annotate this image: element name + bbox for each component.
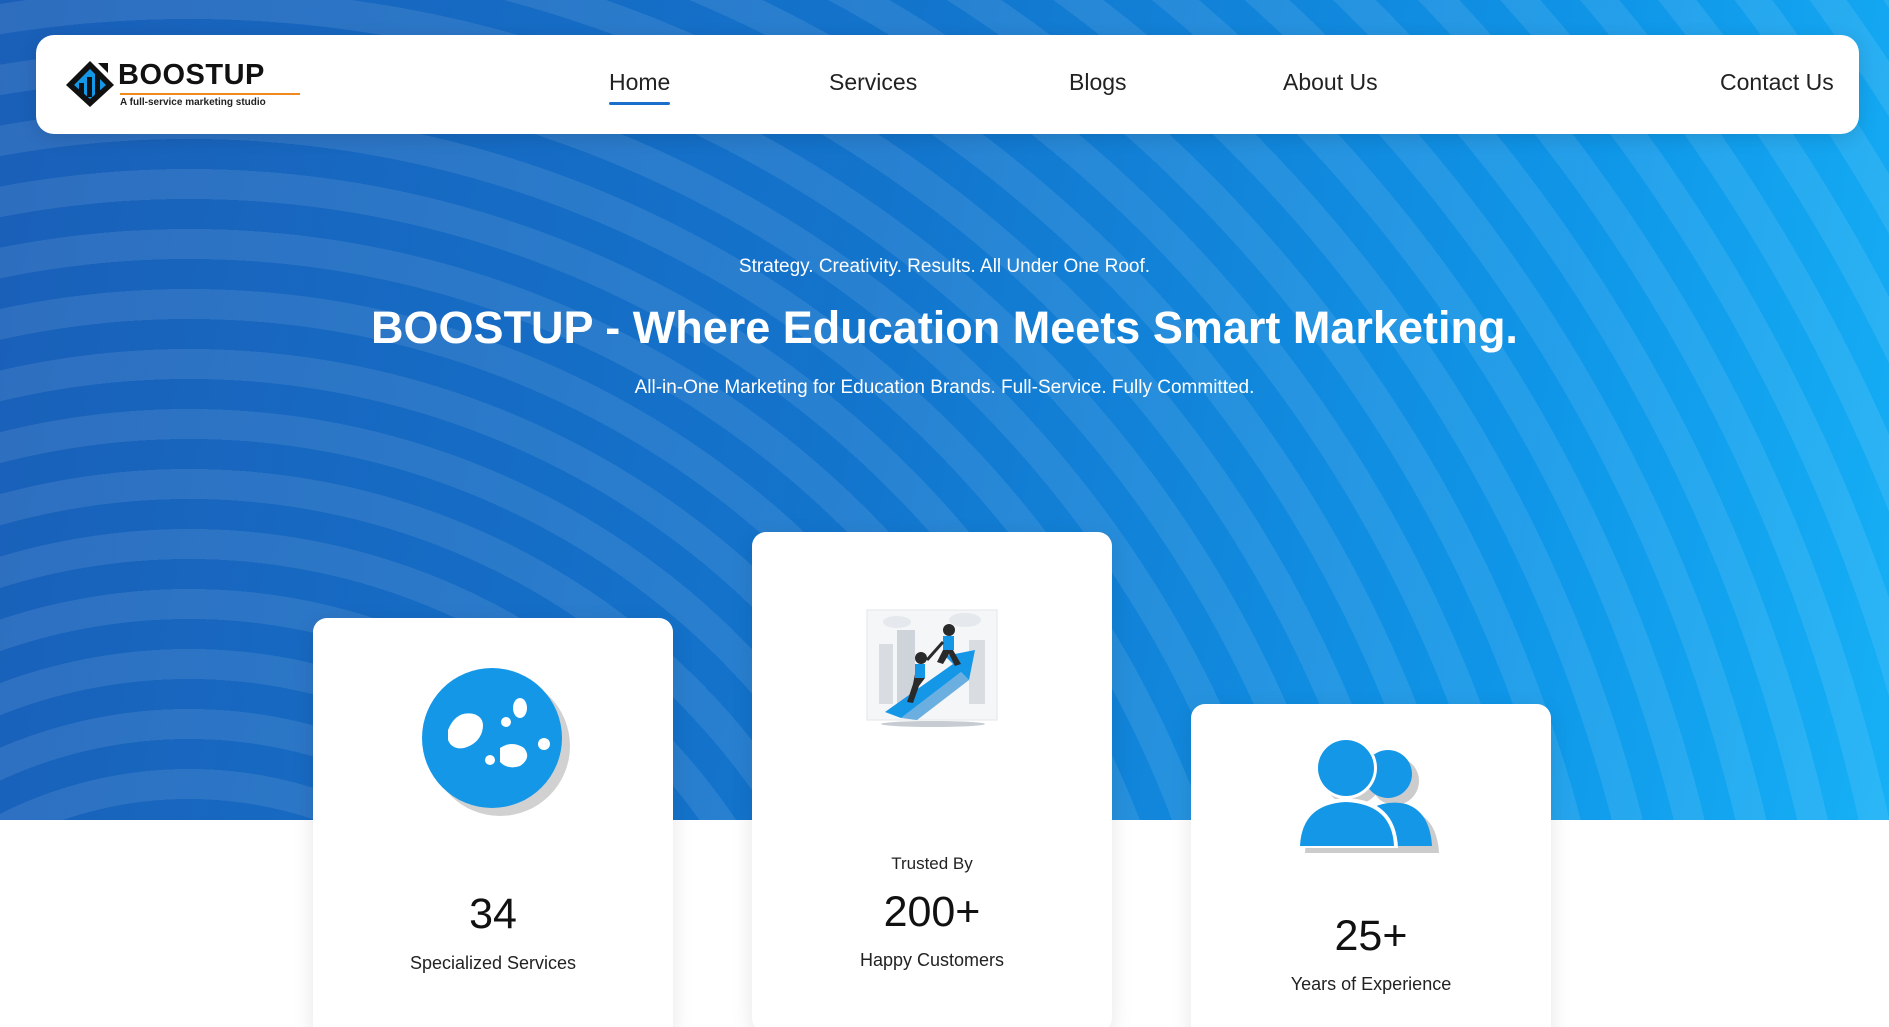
hero-kicker: Strategy. Creativity. Results. All Under… xyxy=(738,256,1151,277)
nav-services[interactable]: Services xyxy=(829,69,917,96)
brand-tagline: A full-service marketing studio xyxy=(120,97,266,108)
nav-home[interactable]: Home xyxy=(609,69,671,105)
hero-title: BOOSTUP - Where Education Meets Smart Ma… xyxy=(371,302,1518,353)
stat-number: 200+ xyxy=(883,888,981,936)
stat-label: Happy Customers xyxy=(859,950,1005,970)
growth-illustration-icon xyxy=(866,609,998,727)
stat-number: 25+ xyxy=(1334,912,1408,960)
page: BOOSTUP A full-service marketing studio … xyxy=(0,0,1889,1027)
nav-about-us[interactable]: About Us xyxy=(1283,69,1378,96)
logo-mark-icon xyxy=(66,61,114,107)
stat-label: Specialized Services xyxy=(409,953,577,973)
logo-underline xyxy=(120,93,300,95)
stat-number: 34 xyxy=(469,890,517,938)
globe-icon xyxy=(422,668,570,816)
navbar: BOOSTUP A full-service marketing studio … xyxy=(36,35,1859,134)
brand-name: BOOSTUP xyxy=(118,59,265,91)
hero-subtitle: All-in-One Marketing for Education Brand… xyxy=(634,377,1255,398)
stat-label: Years of Experience xyxy=(1290,974,1452,994)
stat-prefix: Trusted By xyxy=(891,854,973,873)
brand-logo[interactable]: BOOSTUP A full-service marketing studio xyxy=(64,57,304,113)
users-icon xyxy=(1296,737,1439,853)
nav-contact-us[interactable]: Contact Us xyxy=(1720,69,1834,96)
stat-card-experience: 25+ Years of Experience xyxy=(1191,704,1551,1027)
nav-blogs[interactable]: Blogs xyxy=(1069,69,1127,96)
stat-card-customers: Trusted By 200+ Happy Customers xyxy=(752,532,1112,1027)
stat-card-services: 34 Specialized Services xyxy=(313,618,673,1027)
